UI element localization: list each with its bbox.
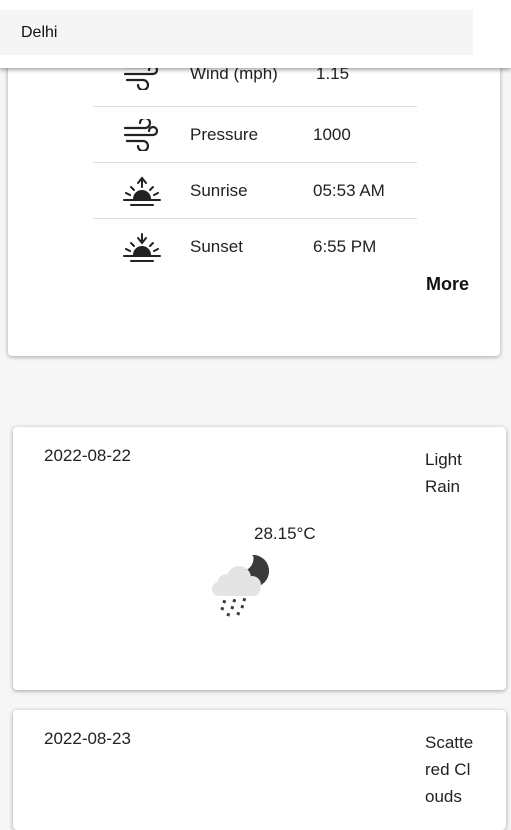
forecast-description: Scattered Clouds bbox=[425, 733, 474, 806]
more-button[interactable]: More bbox=[426, 274, 469, 295]
forecast-temperature: 28.15°C bbox=[254, 524, 316, 543]
detail-row-sunset: Sunset 6:55 PM bbox=[93, 218, 417, 275]
light-rain-night-icon bbox=[212, 553, 269, 617]
pressure-icon bbox=[123, 119, 159, 151]
detail-value: 6:55 PM bbox=[313, 237, 377, 256]
detail-label: Sunset bbox=[190, 237, 243, 256]
detail-label: Pressure bbox=[190, 125, 259, 144]
forecast-card: 2022-08-22 Light Rain 28.15°C bbox=[13, 427, 506, 690]
sunset-icon bbox=[123, 233, 161, 262]
forecast-date: 2022-08-23 bbox=[44, 729, 131, 748]
detail-row-sunrise: Sunrise 05:53 AM bbox=[93, 162, 417, 219]
sunrise-icon bbox=[123, 176, 161, 206]
detail-row-pressure: Pressure 1000 bbox=[93, 106, 417, 163]
forecast-description: Light Rain bbox=[425, 450, 462, 496]
detail-label: Sunrise bbox=[190, 181, 248, 200]
current-weather-card: Wind (mph) 1.15 Pressure 1000 Sunrise 05… bbox=[8, 20, 500, 356]
forecast-card: 2022-08-23 Scattered Clouds bbox=[13, 710, 506, 830]
top-bar bbox=[0, 0, 511, 68]
forecast-date: 2022-08-22 bbox=[44, 446, 131, 465]
detail-value: 1000 bbox=[313, 125, 351, 144]
city-search-input[interactable] bbox=[0, 10, 473, 55]
detail-value: 05:53 AM bbox=[313, 181, 385, 200]
